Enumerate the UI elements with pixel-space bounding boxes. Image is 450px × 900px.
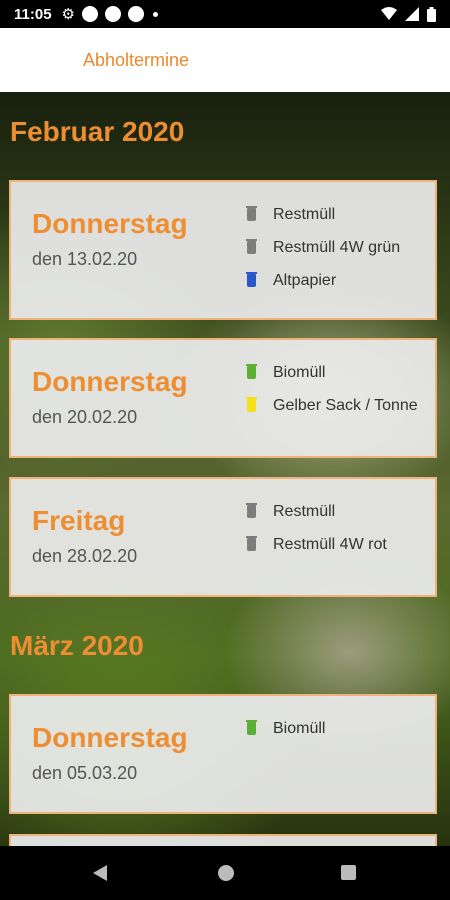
navigation-bar <box>0 846 450 900</box>
app-bar: Abholtermine <box>0 28 450 92</box>
settings-gear-icon: ⚙ <box>61 6 75 23</box>
green-bin-icon <box>246 720 257 735</box>
recent-apps-icon[interactable] <box>341 865 356 880</box>
status-time: 11:05 <box>14 5 52 23</box>
waste-type-item: Biomüll <box>246 356 418 389</box>
more-notifications-icon <box>153 11 158 17</box>
waste-type-list: Restmüll Restmüll 4W rot <box>246 495 387 561</box>
status-icons <box>381 6 436 22</box>
battery-icon <box>427 6 436 22</box>
pickup-day: Donnerstag <box>32 208 188 239</box>
waste-type-item: Restmüll <box>246 495 387 528</box>
schedule-list[interactable]: Februar 2020 Donnerstag den 13.02.20 Res… <box>0 92 450 846</box>
notification-icon <box>128 6 144 22</box>
waste-type-list: Restmüll Restmüll 4W grün Altpapier <box>246 198 401 297</box>
waste-type-list: Biomüll <box>246 712 326 745</box>
pickup-day: Donnerstag <box>32 366 188 397</box>
blue-bin-icon <box>246 272 257 287</box>
waste-type-item: Gelber Sack / Tonne <box>246 389 418 422</box>
pickup-date: den 05.03.20 <box>32 763 138 783</box>
waste-type-label: Restmüll 4W grün <box>273 238 401 256</box>
grey-bin-icon <box>246 503 257 518</box>
grey-bin-icon <box>246 239 257 254</box>
pickup-date: den 13.02.20 <box>32 249 138 269</box>
waste-type-label: Gelber Sack / Tonne <box>273 396 418 414</box>
pickup-card[interactable] <box>9 834 437 846</box>
grey-bin-icon <box>246 206 257 221</box>
pickup-date: den 20.02.20 <box>32 407 138 427</box>
pickup-card[interactable]: Donnerstag den 13.02.20 Restmüll Restmül… <box>9 180 437 320</box>
waste-type-list: Biomüll Gelber Sack / Tonne <box>246 356 418 422</box>
waste-type-item: Restmüll <box>246 198 400 231</box>
waste-type-item: Altpapier <box>246 264 400 297</box>
waste-type-label: Restmüll <box>273 205 336 223</box>
status-bar: 11:05 ⚙ <box>0 0 450 28</box>
notification-icon <box>105 6 121 22</box>
month-header: Februar 2020 <box>10 116 185 147</box>
pickup-day: Donnerstag <box>32 722 188 753</box>
waste-type-item: Biomüll <box>246 712 326 745</box>
pickup-card[interactable]: Freitag den 28.02.20 Restmüll Restmüll 4… <box>9 477 437 597</box>
month-header: März 2020 <box>10 630 144 661</box>
pickup-card[interactable]: Donnerstag den 05.03.20 Biomüll <box>9 694 437 814</box>
green-bin-icon <box>246 364 257 379</box>
waste-type-item: Restmüll 4W grün <box>246 231 401 264</box>
waste-type-label: Altpapier <box>273 271 337 289</box>
pickup-card[interactable]: Donnerstag den 20.02.20 Biomüll Gelber S… <box>9 338 437 458</box>
home-icon[interactable] <box>218 865 234 881</box>
signal-icon <box>405 7 419 21</box>
waste-type-label: Biomüll <box>273 719 326 737</box>
waste-type-label: Biomüll <box>273 363 326 381</box>
pickup-date: den 28.02.20 <box>32 546 138 566</box>
wifi-icon <box>381 7 397 20</box>
app-bar-title: Abholtermine <box>83 50 190 70</box>
pickup-day: Freitag <box>32 505 126 536</box>
yellow-bin-icon <box>246 397 257 412</box>
notification-icon <box>82 6 98 22</box>
back-icon[interactable] <box>93 865 107 881</box>
waste-type-item: Restmüll 4W rot <box>246 528 387 561</box>
waste-type-label: Restmüll 4W rot <box>273 535 387 553</box>
waste-type-label: Restmüll <box>273 502 336 520</box>
grey-bin-icon <box>246 536 257 551</box>
